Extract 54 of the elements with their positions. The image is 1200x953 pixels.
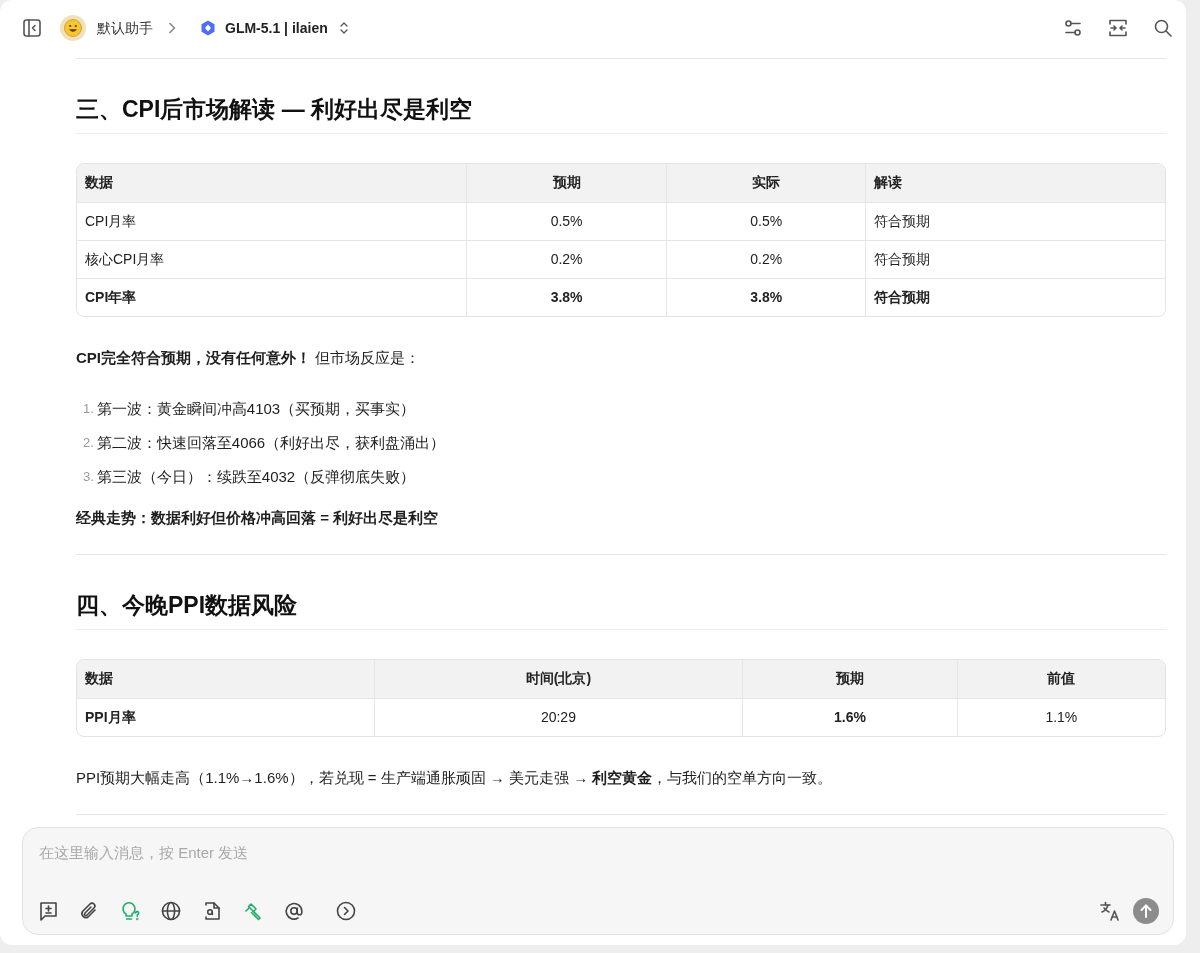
column-header: 解读 — [865, 164, 1165, 202]
list-item-text: 第三波（今日）：续跌至4032（反弹彻底失败） — [96, 467, 416, 487]
table-cell: 0.5% — [666, 202, 866, 240]
paragraph-text: 经典走势：数据利好但价格冲高回落 = 利好出尽是利空 — [76, 508, 440, 528]
list-item-text: 第一波：黄金瞬间冲高4103（买预期，买事实） — [96, 399, 416, 419]
column-header: 实际 — [666, 164, 866, 202]
table-cell: CPI月率 — [77, 202, 467, 240]
table-cell: 0.5% — [466, 202, 667, 240]
hexagon-logo-icon — [200, 20, 216, 36]
assistant-name[interactable]: 默认助手 — [97, 17, 153, 39]
list-item-text: 第二波：快速回落至4066（利好出尽，获利盘涌出） — [96, 433, 446, 453]
model-selector[interactable]: GLM-5.1 | ilaien — [225, 17, 328, 39]
column-header: 数据 — [77, 660, 374, 698]
chevron-circle-icon[interactable] — [335, 900, 357, 922]
smiley-avatar-icon — [60, 15, 86, 41]
table-cell: 符合预期 — [865, 278, 1165, 316]
collapse-icon[interactable] — [1108, 19, 1128, 37]
at-sign-icon[interactable] — [283, 900, 305, 922]
section-heading: 四、今晚PPI数据风险 — [76, 589, 1166, 630]
table-cell: 20:29 — [374, 698, 743, 736]
lightbulb-icon[interactable] — [119, 900, 141, 922]
paragraph-text: CPI完全符合预期，没有任何意外！ 但市场反应是： — [76, 348, 422, 368]
column-header: 时间(北京) — [374, 660, 743, 698]
table-cell: 0.2% — [666, 240, 866, 278]
column-header: 前值 — [957, 660, 1165, 698]
list-number: 3. — [83, 468, 94, 486]
table-cell: 符合预期 — [865, 202, 1165, 240]
chevron-right-icon — [168, 22, 176, 34]
table-cell: 符合预期 — [865, 240, 1165, 278]
send-button[interactable] — [1133, 898, 1159, 924]
paragraph-text: PPI预期大幅走高（1.1%→1.6%），若兑现 = 生产端通胀顽固 → 美元走强 → 利空黄金，与我们的空单方向一致。 — [76, 768, 834, 788]
table-cell: 0.2% — [466, 240, 667, 278]
table-cell: PPI月率 — [77, 698, 374, 736]
column-header: 预期 — [466, 164, 667, 202]
table-cell: CPI年率 — [77, 278, 467, 316]
column-header: 预期 — [742, 660, 958, 698]
table-cell: 核心CPI月率 — [77, 240, 467, 278]
table-cell: 3.8% — [666, 278, 866, 316]
column-header: 数据 — [77, 164, 467, 202]
list-number: 2. — [83, 434, 94, 452]
translate-icon[interactable] — [1099, 900, 1121, 922]
table-cell: 1.6% — [742, 698, 958, 736]
section-heading: 三、CPI后市场解读 — 利好出尽是利空 — [76, 93, 1166, 134]
sidebar-toggle-icon[interactable] — [23, 19, 41, 37]
globe-icon[interactable] — [160, 900, 182, 922]
table-cell: 1.1% — [957, 698, 1165, 736]
up-down-chevron-icon[interactable] — [338, 21, 349, 35]
arrow-up-icon — [1140, 904, 1152, 918]
search-icon[interactable] — [1154, 19, 1172, 37]
sliders-icon[interactable] — [1064, 19, 1082, 37]
hammer-icon[interactable] — [242, 900, 264, 922]
quote-plus-icon[interactable] — [37, 900, 59, 922]
list-number: 1. — [83, 400, 94, 418]
table-cell: 3.8% — [466, 278, 667, 316]
